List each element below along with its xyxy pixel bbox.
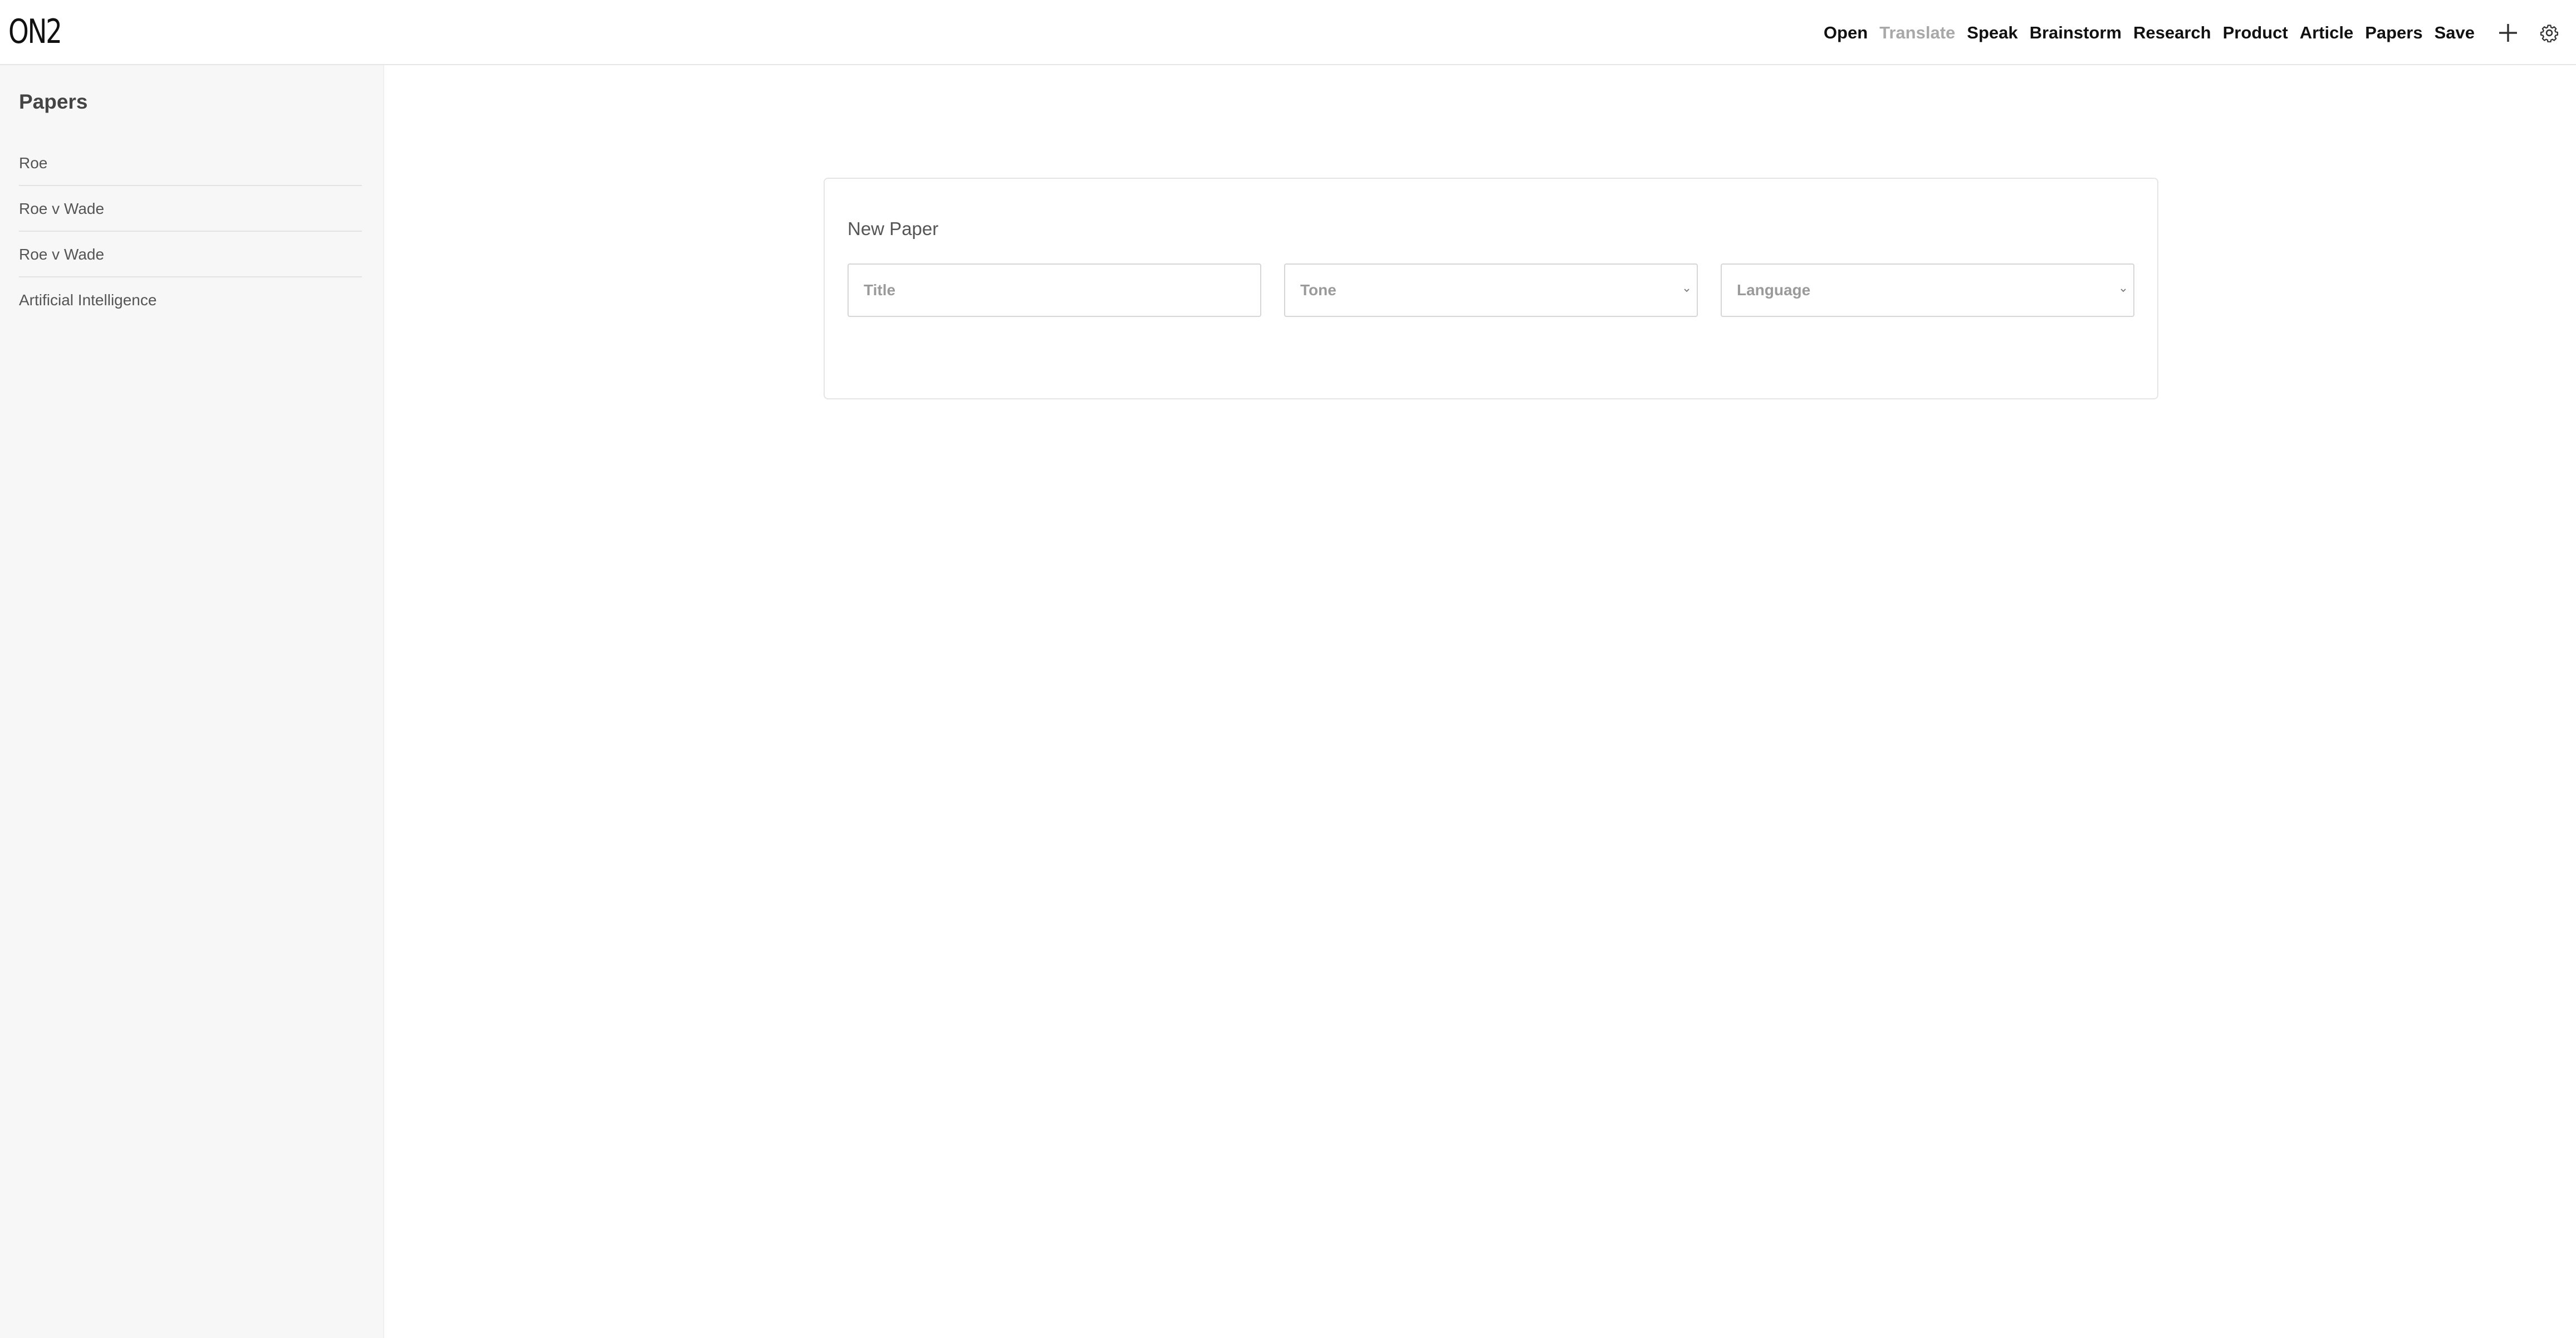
chevron-down-icon — [2120, 289, 2126, 292]
gear-icon[interactable] — [2537, 21, 2562, 45]
nav-product[interactable]: Product — [2223, 23, 2288, 43]
new-paper-card: New Paper Tone Language — [824, 178, 2158, 399]
nav-speak[interactable]: Speak — [1967, 23, 2017, 43]
list-item[interactable]: Roe — [19, 140, 362, 186]
list-item[interactable]: Roe v Wade — [19, 186, 362, 232]
plus-icon[interactable] — [2496, 21, 2520, 45]
tone-select[interactable]: Tone — [1284, 263, 1698, 317]
papers-list: Roe Roe v Wade Roe v Wade Artificial Int… — [19, 140, 362, 323]
sidebar-title: Papers — [19, 90, 88, 113]
top-nav: Open Translate Speak Brainstorm Research… — [1824, 0, 2576, 65]
nav-article[interactable]: Article — [2300, 23, 2353, 43]
nav-papers[interactable]: Papers — [2365, 23, 2422, 43]
top-bar: ON2 Open Translate Speak Brainstorm Rese… — [0, 0, 2576, 65]
list-item[interactable]: Artificial Intelligence — [19, 277, 362, 323]
title-input[interactable] — [849, 265, 1260, 316]
nav-translate[interactable]: Translate — [1879, 23, 1955, 43]
nav-save[interactable]: Save — [2435, 23, 2475, 43]
language-select-value: Language — [1737, 281, 1811, 299]
sidebar: Papers Roe Roe v Wade Roe v Wade Artific… — [0, 65, 384, 1338]
nav-brainstorm[interactable]: Brainstorm — [2030, 23, 2122, 43]
tone-select-value: Tone — [1300, 281, 1336, 299]
title-field[interactable] — [848, 263, 1261, 317]
app-logo[interactable]: ON2 — [8, 12, 62, 51]
nav-open[interactable]: Open — [1824, 23, 1868, 43]
chevron-down-icon — [1684, 289, 1689, 292]
list-item[interactable]: Roe v Wade — [19, 232, 362, 277]
card-title: New Paper — [848, 218, 939, 239]
nav-research[interactable]: Research — [2133, 23, 2211, 43]
language-select[interactable]: Language — [1721, 263, 2134, 317]
